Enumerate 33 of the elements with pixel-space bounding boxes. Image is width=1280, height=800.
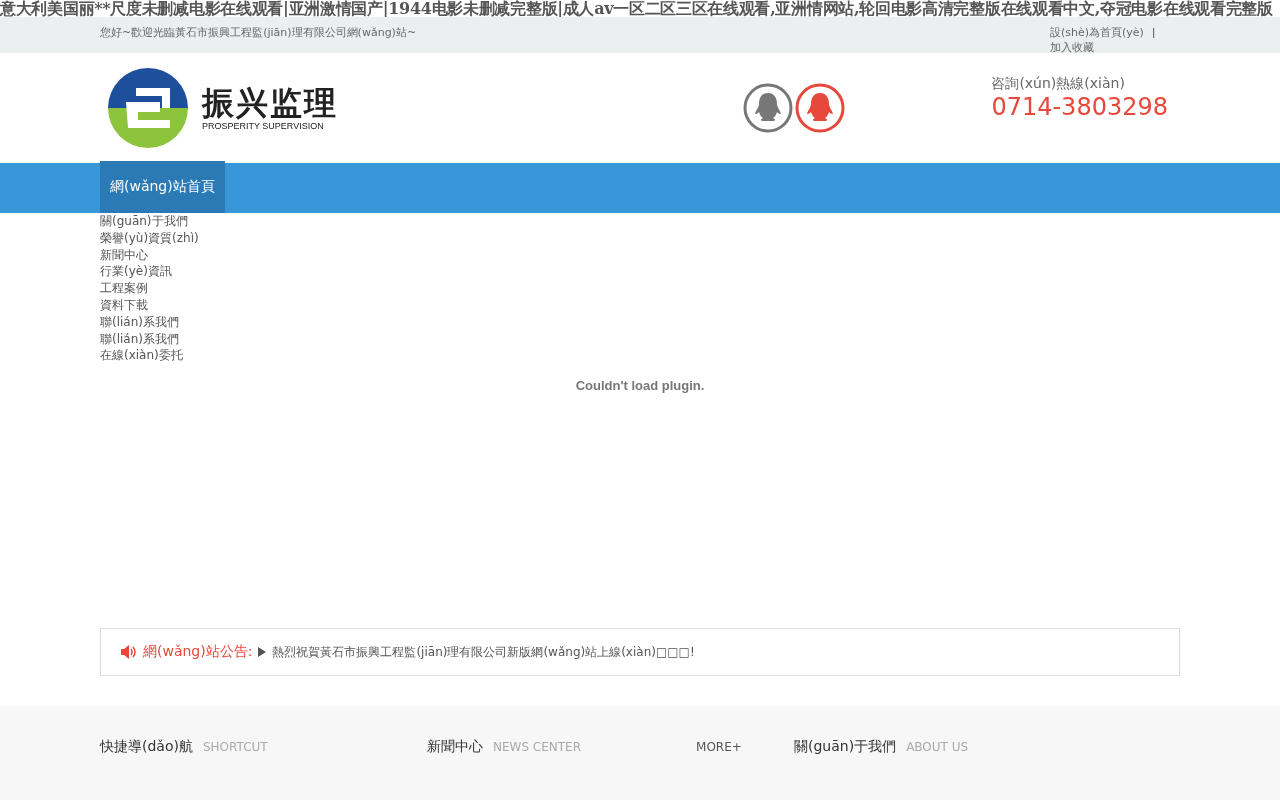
add-favorite-link[interactable]: 加入收藏 — [1050, 40, 1180, 55]
hotline-number: 0714-3803298 — [991, 93, 1168, 121]
menu-link[interactable]: 工程案例 — [100, 280, 148, 297]
menu-link[interactable]: 聯(lián)系我們 — [100, 313, 179, 331]
penguin-icon[interactable] — [795, 83, 845, 133]
menu-link[interactable]: 新聞中心 — [100, 246, 148, 264]
footer-title: 新聞中心 — [427, 738, 483, 757]
penguin-icon[interactable] — [743, 83, 793, 133]
nav-tab[interactable]: 網(wǎng)站首頁 — [100, 161, 225, 213]
hotline-label: 咨詢(xún)熱線(xiàn) — [991, 75, 1126, 93]
play-icon — [258, 647, 267, 658]
footer-subtitle: ABOUT US — [906, 740, 969, 755]
footer-subtitle: NEWS CENTER — [493, 740, 582, 755]
notice-text: 熱烈祝賀黃石市振興工程監(jiān)理有限公司新版網(wǎng)站上線(xiàn)□□□! — [272, 643, 695, 661]
more-link[interactable]: MORE+ — [696, 740, 742, 755]
plugin-error-message: Couldn't load plugin. — [575, 378, 705, 394]
footer-title: 關(guān)于我們 — [794, 738, 897, 757]
menu-link[interactable]: 在線(xiàn)委托 — [100, 347, 183, 365]
logo-icon — [108, 68, 188, 148]
speaker-icon — [121, 645, 137, 660]
menu-link[interactable]: 關(guān)于我們 — [100, 213, 188, 230]
notice-label: 網(wǎng)站公告: — [143, 643, 253, 662]
logo-tagline: PROSPERITY SUPERVISION — [202, 121, 325, 131]
menu-link[interactable]: 行業(yè)資訊 — [100, 263, 172, 281]
menu-link[interactable]: 聯(lián)系我們 — [100, 330, 179, 348]
menu-link[interactable]: 榮譽(yù)資質(zhì) — [100, 229, 199, 247]
menu-link[interactable]: 資料下載 — [100, 297, 148, 314]
logo-name: 振兴监理 — [202, 85, 338, 121]
set-homepage-link[interactable]: 設(shè)為首頁(yè) — [1050, 25, 1144, 40]
welcome-text: 您好~歡迎光臨黃石市振興工程監(jiān)理有限公司網(wǎng)站~ — [100, 25, 417, 41]
separator: ǀ — [1151, 25, 1156, 40]
footer-title: 快捷導(dǎo)航 — [100, 738, 193, 757]
footer-subtitle: SHORTCUT — [202, 740, 268, 755]
